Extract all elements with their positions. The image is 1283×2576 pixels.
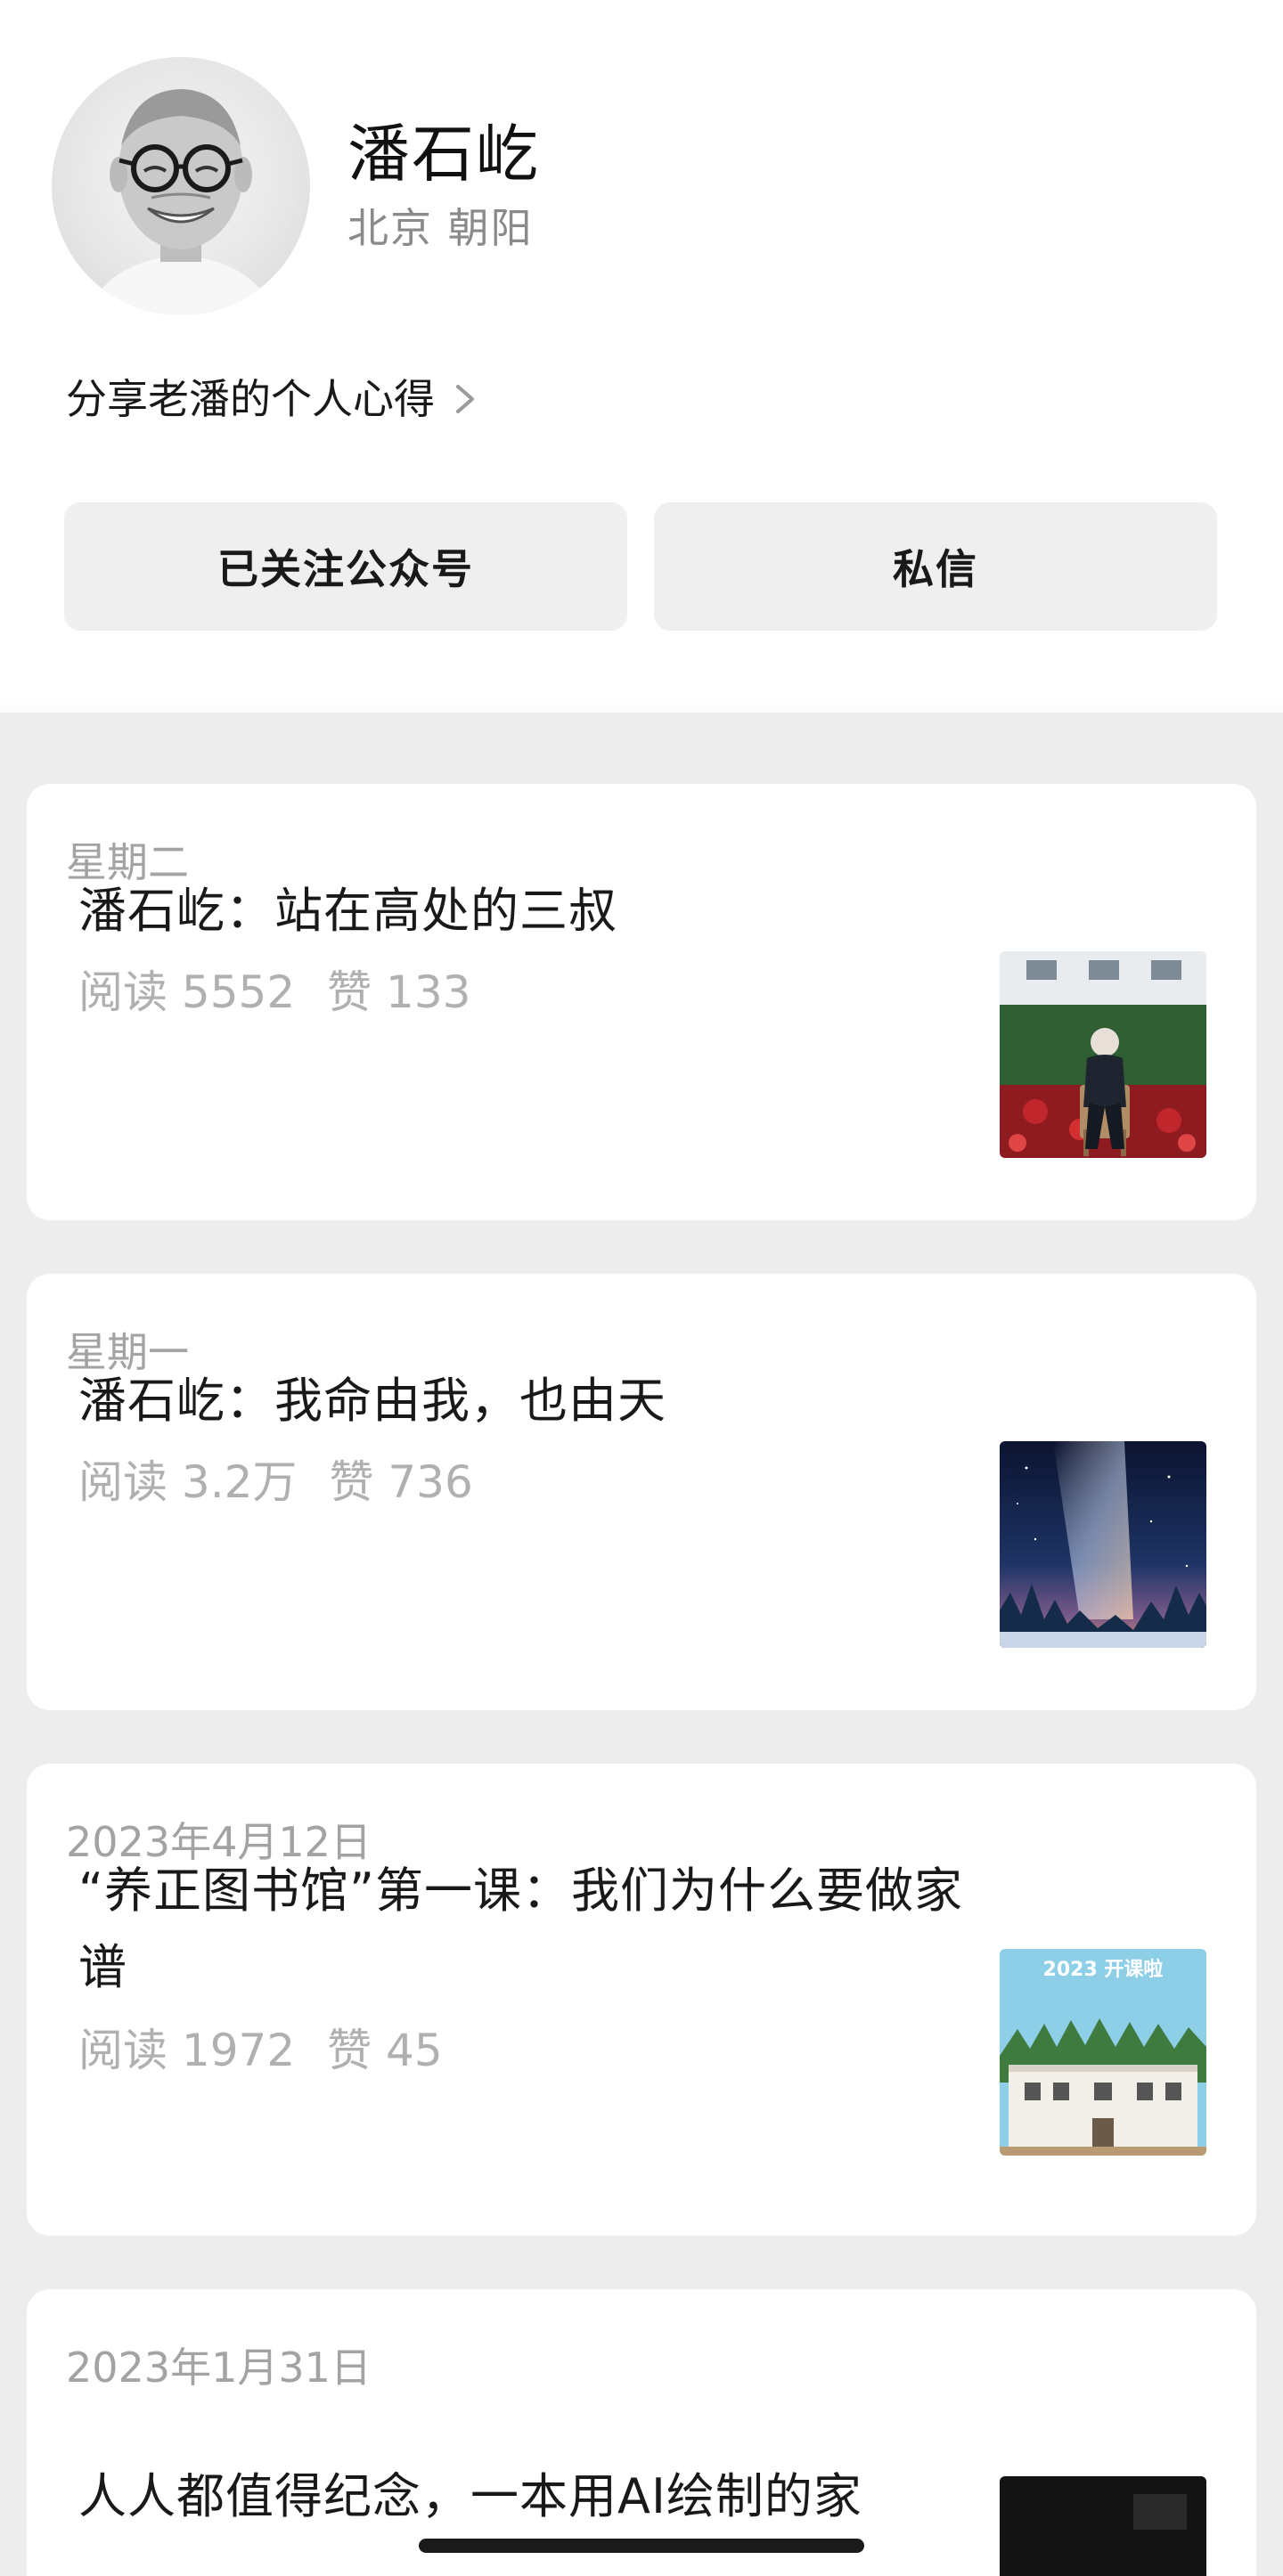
article-title: 潘石屹：站在高处的三叔 (78, 883, 617, 939)
article-thumbnail (1000, 1441, 1206, 1648)
article-card[interactable]: 星期二 潘石屹：站在高处的三叔 阅读 5552 赞 133 (27, 784, 1256, 1220)
article-title: 人人都值得纪念，一本用AI绘制的家 (78, 2468, 862, 2524)
article-title: 潘石屹：我命由我，也由天 (78, 1373, 666, 1429)
followed-account-button[interactable]: 已关注公众号 (64, 502, 627, 631)
milky-way-night-sky-icon (1000, 1441, 1206, 1648)
chevron-right-icon (456, 385, 474, 413)
avatar[interactable] (52, 57, 310, 315)
article-date: 2023年1月31日 (66, 2344, 372, 2392)
article-card[interactable]: 星期一 潘石屹：我命由我，也由天 阅读 3.2万赞 736 (27, 1274, 1256, 1710)
home-indicator[interactable] (419, 2539, 864, 2553)
article-thumbnail: 2023 开课啦 (1000, 1949, 1206, 2156)
profile-bio-link[interactable]: 分享老潘的个人心得 (66, 371, 479, 428)
article-stats: 阅读 3.2万赞 736 (78, 1454, 505, 1511)
article-card[interactable]: 2023年4月12日 “养正图书馆”第一课：我们为什么要做家谱 阅读 1972 赞… (27, 1764, 1256, 2236)
article-read-count: 阅读 3.2万 (78, 1456, 298, 1508)
article-stats: 阅读 5552 赞 133 (78, 964, 503, 1021)
article-thumbnail (1000, 2476, 1206, 2576)
poster-title: 2023 开课啦 (1043, 1958, 1164, 1981)
article-like-count: 赞 133 (327, 966, 471, 1018)
library-building-poster-icon: 2023 开课啦 (1000, 1949, 1206, 2156)
article-read-count: 阅读 5552 (78, 966, 296, 1018)
article-stats: 阅读 1972 赞 45 (78, 2022, 475, 2079)
profile-name: 潘石屹 (347, 118, 540, 191)
man-seated-in-garden-icon (1000, 951, 1206, 1158)
article-like-count: 赞 45 (327, 2025, 443, 2076)
profile-header: 潘石屹 北京 朝阳 分享老潘的个人心得 已关注公众号 私信 (0, 0, 1283, 713)
account-profile-page: 潘石屹 北京 朝阳 分享老潘的个人心得 已关注公众号 私信 星期二 潘石屹：站在… (0, 0, 1283, 2576)
article-card[interactable]: 2023年1月31日 人人都值得纪念，一本用AI绘制的家 (27, 2289, 1256, 2576)
article-read-count: 阅读 1972 (78, 2025, 296, 2076)
article-thumbnail (1000, 951, 1206, 1158)
dark-photo-icon (1000, 2476, 1206, 2576)
article-like-count: 赞 736 (329, 1456, 473, 1508)
profile-bio-text: 分享老潘的个人心得 (66, 375, 435, 423)
person-portrait-icon (87, 89, 274, 315)
article-title: “养正图书馆”第一课：我们为什么要做家谱 (78, 1863, 963, 1995)
profile-location: 北京 朝阳 (347, 204, 534, 252)
private-message-button[interactable]: 私信 (654, 502, 1217, 631)
